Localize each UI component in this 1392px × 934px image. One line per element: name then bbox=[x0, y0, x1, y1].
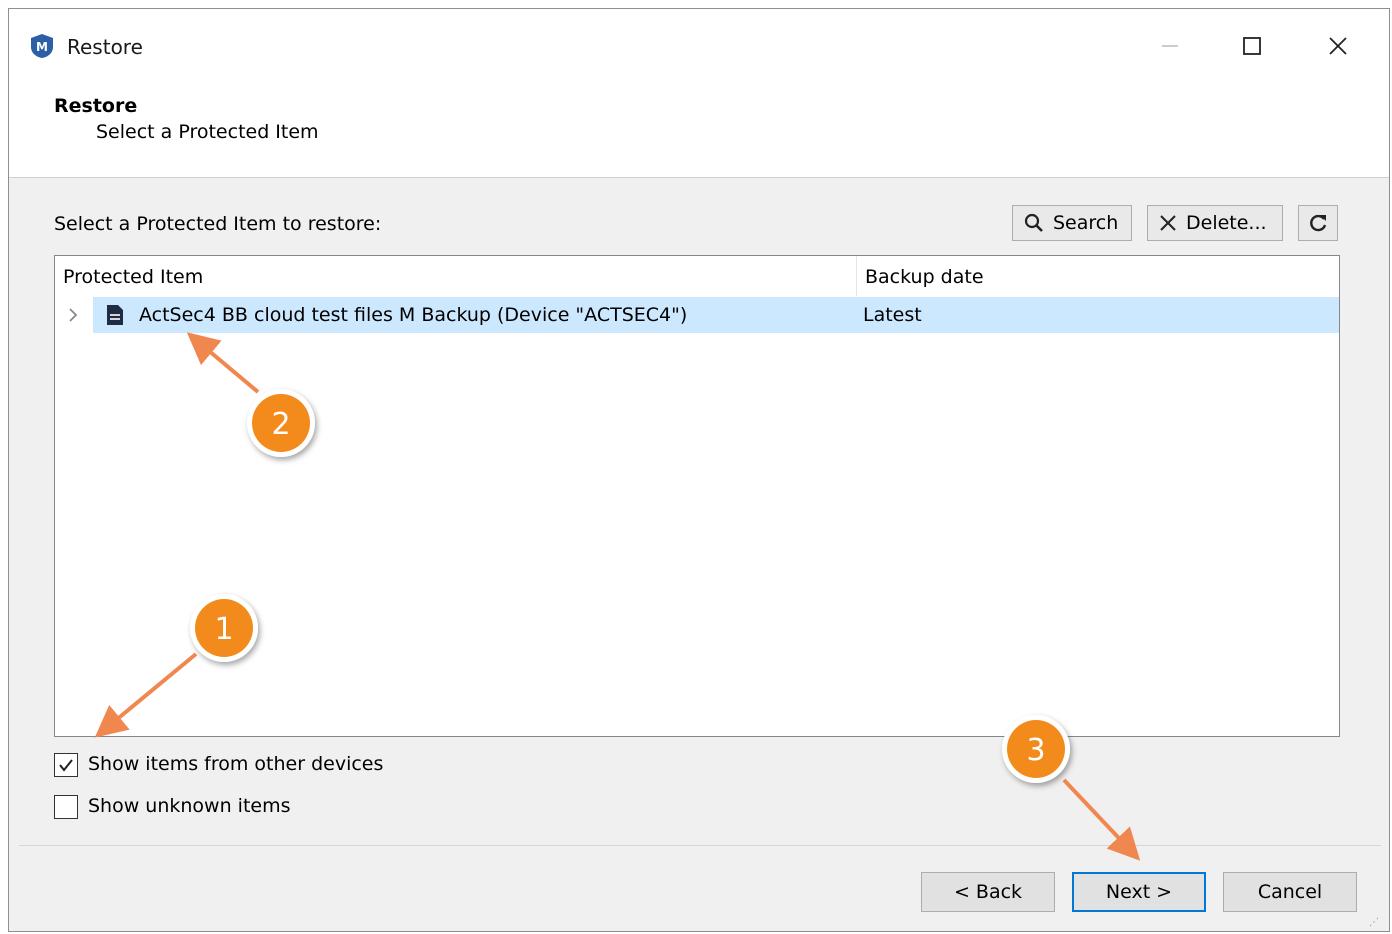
minimize-button[interactable] bbox=[1147, 27, 1193, 65]
protected-item-name: ActSec4 BB cloud test files M Backup (De… bbox=[139, 304, 688, 326]
search-icon bbox=[1024, 213, 1043, 232]
restore-window: M Restore Restore Select a Protected Ite… bbox=[8, 8, 1390, 932]
show-other-devices-label[interactable]: Show items from other devices bbox=[88, 753, 383, 775]
back-button[interactable]: < Back bbox=[921, 872, 1055, 912]
resize-grip-icon[interactable]: ⋰ bbox=[1369, 917, 1379, 928]
search-label: Search bbox=[1053, 212, 1119, 234]
checkmark-icon bbox=[59, 759, 73, 772]
column-header-protected-item[interactable]: Protected Item bbox=[63, 266, 203, 288]
column-header-backup-date[interactable]: Backup date bbox=[865, 266, 984, 288]
select-prompt: Select a Protected Item to restore: bbox=[54, 213, 382, 235]
close-icon bbox=[1329, 37, 1347, 55]
refresh-button[interactable] bbox=[1298, 205, 1338, 241]
footer-divider bbox=[19, 845, 1381, 846]
delete-x-icon bbox=[1160, 215, 1176, 231]
show-unknown-items-label[interactable]: Show unknown items bbox=[88, 795, 291, 817]
list-item[interactable]: ActSec4 BB cloud test files M Backup (De… bbox=[93, 297, 1339, 333]
document-icon bbox=[107, 305, 123, 325]
show-unknown-items-checkbox[interactable] bbox=[54, 795, 78, 819]
maximize-button[interactable] bbox=[1229, 27, 1275, 65]
column-divider[interactable] bbox=[856, 256, 857, 296]
cancel-button[interactable]: Cancel bbox=[1223, 872, 1357, 912]
title-bar: M Restore Restore Select a Protected Ite… bbox=[9, 9, 1389, 178]
delete-label: Delete... bbox=[1186, 212, 1267, 234]
window-title: Restore bbox=[67, 35, 143, 59]
app-logo-letter: M bbox=[36, 40, 48, 54]
app-logo-icon: M bbox=[31, 34, 53, 58]
list-header: Protected Item Backup date bbox=[55, 256, 1339, 296]
minimize-icon bbox=[1162, 45, 1178, 47]
refresh-icon bbox=[1310, 214, 1327, 232]
backup-date-value: Latest bbox=[863, 304, 922, 326]
delete-button[interactable]: Delete... bbox=[1147, 205, 1283, 241]
show-other-devices-checkbox[interactable] bbox=[54, 753, 78, 777]
close-button[interactable] bbox=[1315, 27, 1361, 65]
search-button[interactable]: Search bbox=[1012, 205, 1132, 241]
protected-items-list[interactable]: Protected Item Backup date ActSec4 BB cl… bbox=[54, 255, 1340, 737]
next-button[interactable]: Next > bbox=[1072, 872, 1206, 912]
wizard-title: Restore bbox=[54, 95, 138, 117]
expand-chevron-icon[interactable] bbox=[65, 305, 81, 325]
maximize-icon bbox=[1243, 37, 1261, 55]
wizard-subtitle: Select a Protected Item bbox=[96, 121, 319, 143]
